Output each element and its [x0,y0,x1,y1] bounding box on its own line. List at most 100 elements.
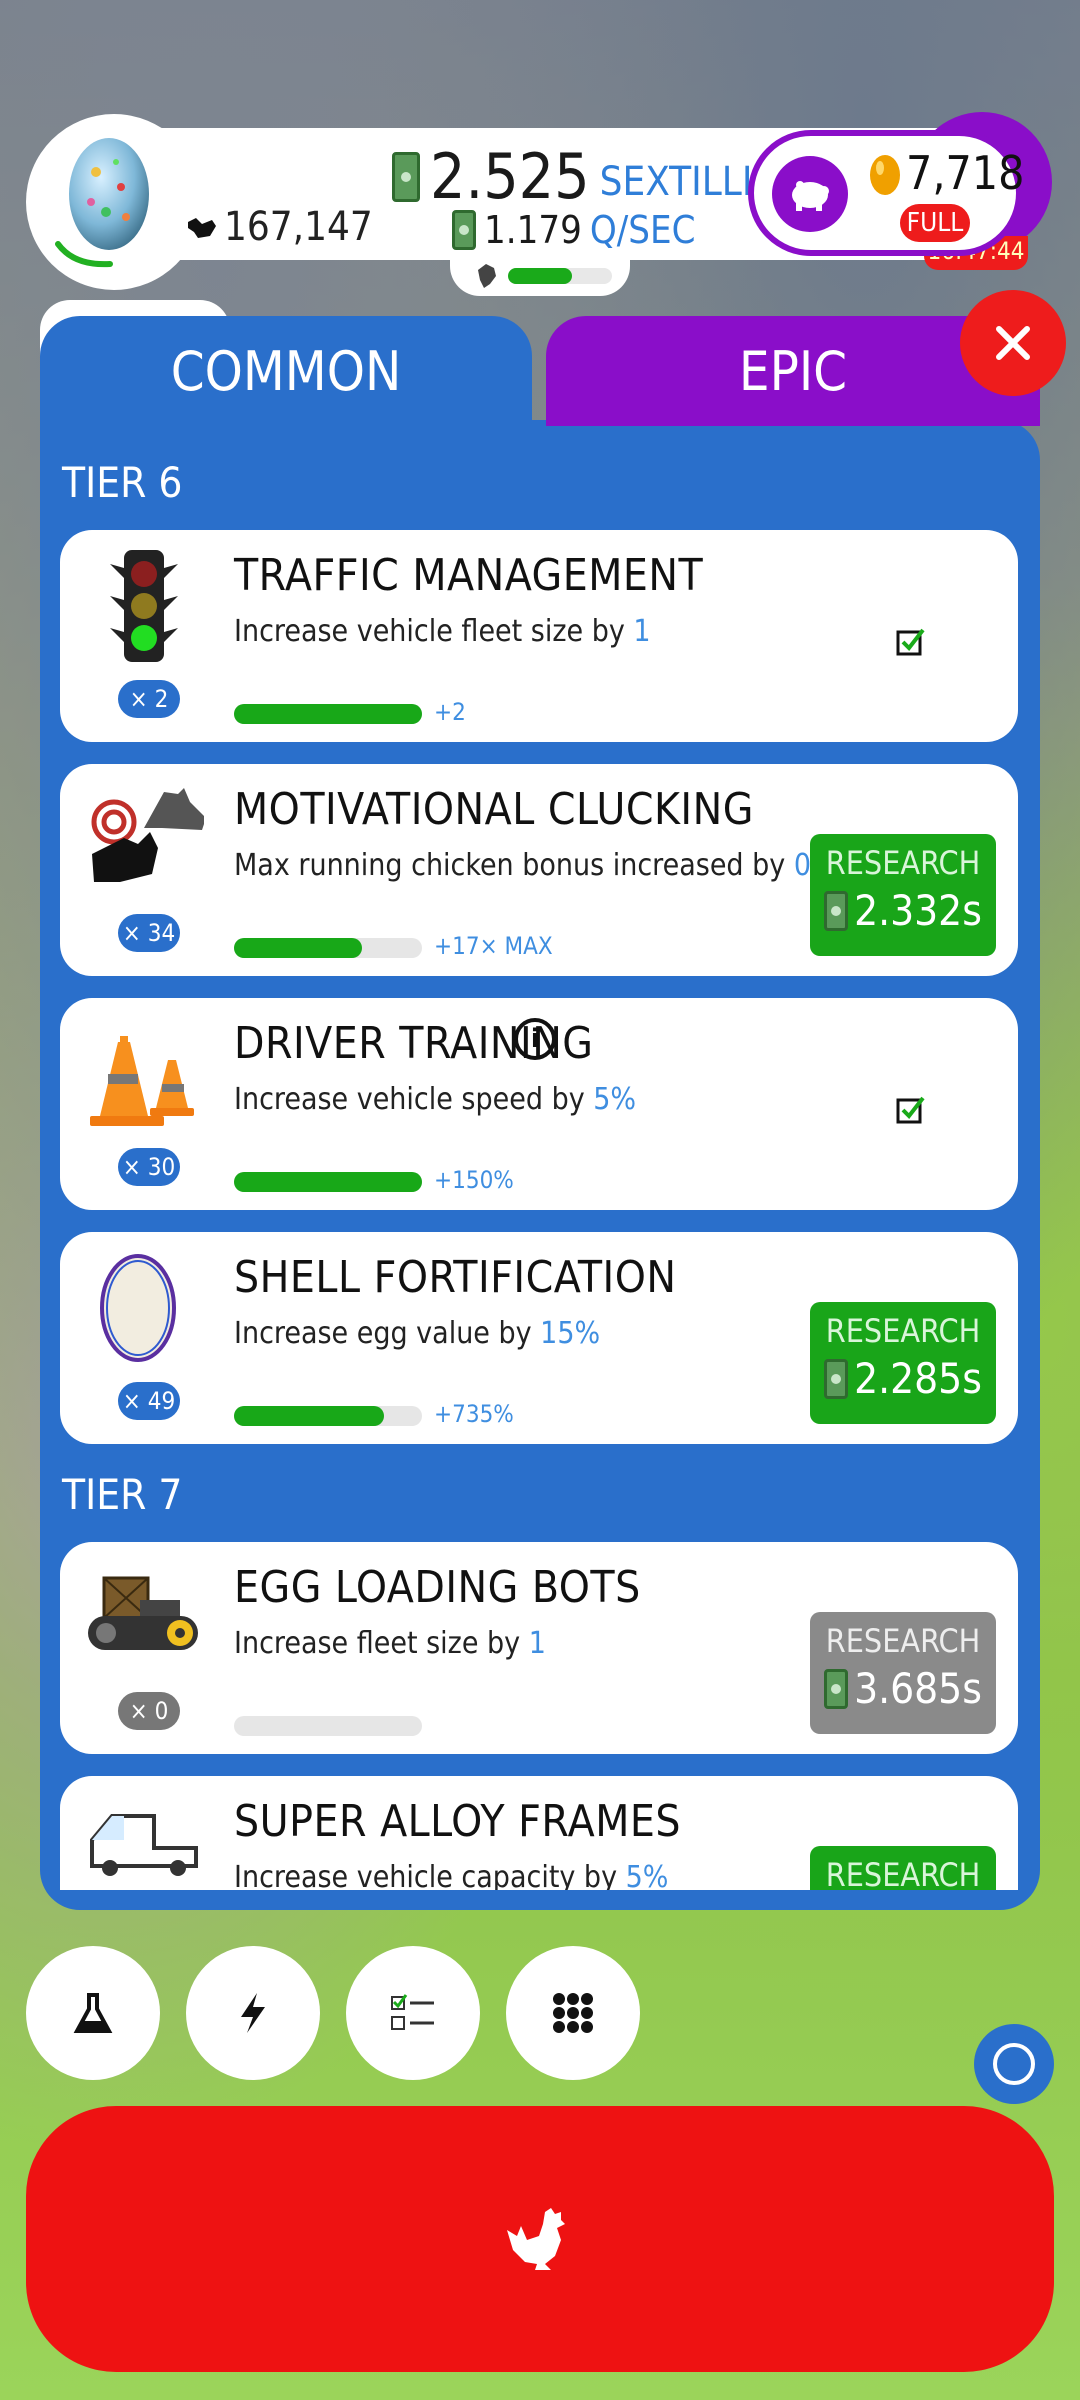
checkbox-checked-icon [896,1096,925,1124]
loading-bot-icon [88,1576,198,1650]
cash-icon [392,151,420,202]
research-level: × 2 [118,680,180,718]
research-button-label: RESEARCH [825,844,981,882]
grid-menu-icon [553,1993,593,2033]
tab-common[interactable]: COMMON [40,316,532,426]
money-amount: 2.525 [430,140,590,213]
hatch-chicken-button[interactable] [26,2106,1054,2372]
cash-icon [824,890,849,931]
research-button-label: RESEARCH [825,1856,981,1890]
research-level: × 30 [118,1148,180,1186]
research-level: × 49 [118,1382,180,1420]
traffic-cone-icon [90,1036,194,1126]
description-value: 1 [528,1626,546,1661]
research-card-shell-fortification[interactable]: × 49 SHELL FORTIFICATION Increase egg va… [60,1232,1018,1444]
research-description: Increase vehicle capacity by 5% [234,1860,668,1890]
cash-icon [824,1668,849,1709]
research-cost: 2.332s [810,886,996,935]
chicken-icon [507,2208,565,2270]
progress-bar [234,704,422,724]
missions-button[interactable] [346,1946,480,2080]
egg-shell-icon [100,1254,176,1362]
research-button[interactable]: RESEARCH [810,1846,996,1890]
research-card-motivational-clucking[interactable]: × 34 MOTIVATIONAL CLUCKING Max running c… [60,764,1018,976]
chicken-icon [188,218,216,238]
research-button[interactable]: RESEARCH 3.685s [810,1612,996,1734]
golden-egg-icon [870,155,900,195]
checklist-icon [391,1994,434,2030]
current-egg-icon [69,138,149,250]
research-description: Increase egg value by 15% [234,1316,600,1351]
earning-rate: 1.179 Q/SEC [452,208,695,252]
description-value: 5% [593,1082,637,1117]
running-bonus-bar [508,268,573,284]
research-bonus: +17× MAX [434,932,553,960]
progress-bar [234,938,362,958]
research-card-egg-loading-bots[interactable]: × 0 EGG LOADING BOTS Increase fleet size… [60,1542,1018,1754]
rate-unit: Q/SEC [589,208,696,252]
description-value: 15% [540,1316,601,1351]
research-title: MOTIVATIONAL CLUCKING [234,784,754,835]
research-title: EGG LOADING BOTS [234,1562,641,1613]
running-chicken-icon [478,264,496,288]
research-button-label: RESEARCH [825,1622,981,1660]
description-text: Increase egg value by [234,1316,532,1351]
research-cost: 3.685s [810,1664,996,1713]
research-bonus: +2 [434,698,466,726]
research-description: Increase vehicle speed by 5% [234,1082,636,1117]
truck-icon [90,1814,198,1876]
description-text: Increase fleet size by [234,1626,521,1661]
boosts-button[interactable] [186,1946,320,2080]
research-card-driver-training[interactable]: × 30 DRIVER TRAINING i Increase vehicle … [60,998,1018,1210]
research-level: × 34 [118,914,180,952]
progress-bar [234,1172,422,1192]
research-button[interactable]: RESEARCH 2.332s [810,834,996,956]
cash-icon [824,1358,849,1399]
research-title: TRAFFIC MANAGEMENT [234,550,704,601]
research-button-label: RESEARCH [825,1312,981,1350]
flask-icon [73,1993,113,2033]
piggy-bank-button[interactable] [772,156,848,232]
close-icon [996,326,1030,360]
research-lab-button[interactable] [26,1946,160,2080]
checkbox-checked-icon [896,628,925,656]
clucking-chicken-icon [91,788,204,882]
research-cost-value: 2.285s [854,1354,982,1403]
money-display: 2.525 SEXTILLION [392,140,808,213]
research-bonus: +735% [434,1400,514,1428]
golden-egg-count: 7,718 [906,146,1025,200]
lightning-icon [241,1993,265,2033]
research-title: SHELL FORTIFICATION [234,1252,677,1303]
description-text: Increase vehicle fleet size by [234,614,625,649]
research-level: × 0 [118,1692,180,1730]
research-list[interactable]: TIER 6 × 2 TRAFFIC MANAGEMENT Increase v… [60,440,1020,1890]
progress-track [234,1716,422,1736]
description-value: 5% [625,1860,669,1890]
rate-value: 1.179 [484,208,582,252]
research-description: Max running chicken bonus increased by 0… [234,848,859,883]
close-button[interactable] [960,290,1066,396]
menu-button[interactable] [506,1946,640,2080]
chicken-count-value: 167,147 [224,204,373,250]
research-card-super-alloy-frames[interactable]: SUPER ALLOY FRAMES Increase vehicle capa… [60,1776,1018,1890]
assistant-button[interactable] [974,2024,1054,2104]
traffic-light-icon [110,550,178,662]
research-card-traffic-management[interactable]: × 2 TRAFFIC MANAGEMENT Increase vehicle … [60,530,1018,742]
description-text: Increase vehicle capacity by [234,1860,618,1890]
description-text: Max running chicken bonus increased by [234,848,786,883]
description-value: 1 [633,614,651,649]
info-icon[interactable]: i [514,1018,556,1060]
research-cost-value: 2.332s [854,886,982,935]
tier-label: TIER 6 [62,458,183,507]
piggy-bank-icon [792,181,829,211]
description-text: Increase vehicle speed by [234,1082,585,1117]
research-description: Increase vehicle fleet size by 1 [234,614,651,649]
egg-progress-arc [55,241,113,268]
research-button[interactable]: RESEARCH 2.285s [810,1302,996,1424]
research-title: SUPER ALLOY FRAMES [234,1796,682,1847]
tier-label: TIER 7 [62,1470,183,1519]
silo-full-badge: FULL [900,204,970,242]
cash-icon [452,210,476,250]
chicken-count: 167,147 [184,204,373,250]
research-cost-value: 3.685s [854,1664,982,1713]
